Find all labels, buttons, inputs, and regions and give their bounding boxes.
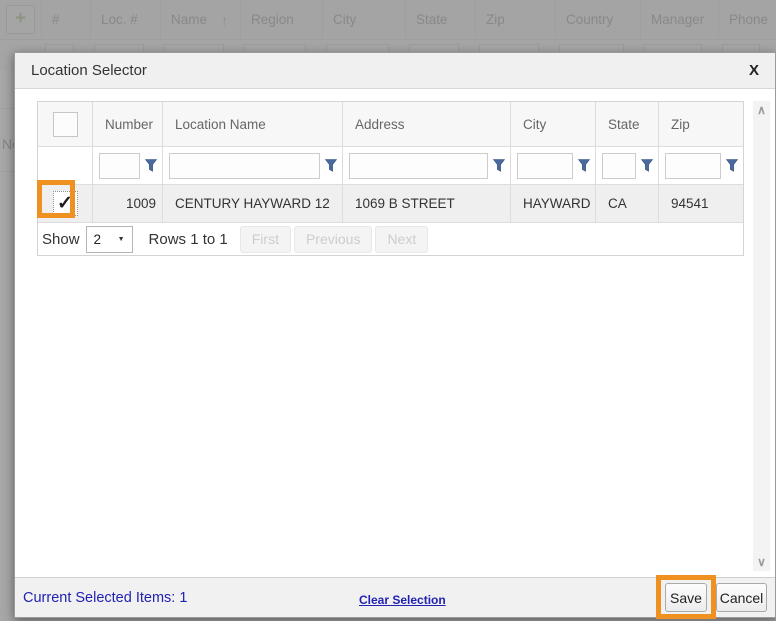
table-row[interactable]: ✓ 1009 CENTURY HAYWARD 12 1069 B STREET … (38, 184, 743, 222)
caret-down-icon: ▼ (118, 236, 125, 243)
dialog-body: Number Location Name Address City State … (15, 89, 775, 577)
save-button[interactable]: Save (665, 583, 707, 612)
col-state: State (595, 102, 658, 146)
locations-grid: Number Location Name Address City State … (37, 101, 744, 256)
filter-input-number[interactable] (99, 153, 140, 179)
filter-funnel-icon[interactable] (641, 159, 653, 172)
close-icon[interactable]: X (749, 62, 759, 79)
col-address: Address (342, 102, 510, 146)
clear-selection-link[interactable]: Clear Selection (359, 593, 446, 607)
cell-location-name: CENTURY HAYWARD 12 (162, 185, 342, 222)
pagination-bar: Show 2 ▼ Rows 1 to 1 First Previous Next (38, 222, 743, 255)
selected-items-count: Current Selected Items: 1 (23, 590, 187, 606)
col-number: Number (92, 102, 162, 146)
cancel-button[interactable]: Cancel (716, 583, 767, 612)
page-size-value: 2 (94, 232, 102, 247)
grid-filter-row (38, 146, 743, 184)
col-location-name: Location Name (162, 102, 342, 146)
first-page-button[interactable]: First (240, 226, 291, 253)
cell-city: HAYWARD (510, 185, 595, 222)
previous-page-button[interactable]: Previous (294, 226, 372, 253)
filter-input-city[interactable] (517, 153, 573, 179)
col-zip: Zip (658, 102, 743, 146)
filter-funnel-icon[interactable] (325, 159, 337, 172)
cell-number: 1009 (92, 185, 162, 222)
page-size-select[interactable]: 2 ▼ (86, 226, 133, 253)
filter-funnel-icon[interactable] (493, 159, 505, 172)
dialog-header: Location Selector X (15, 53, 775, 89)
cell-address: 1069 B STREET (342, 185, 510, 222)
screen: + # Loc. # Name ↑ Region City State Zip … (0, 0, 776, 621)
col-city: City (510, 102, 595, 146)
cell-state: CA (595, 185, 658, 222)
dialog-title: Location Selector (31, 62, 147, 79)
grid-header-row: Number Location Name Address City State … (38, 102, 743, 146)
filter-funnel-icon[interactable] (145, 159, 157, 172)
cell-zip: 94541 (658, 185, 743, 222)
filter-input-state[interactable] (602, 153, 636, 179)
filter-funnel-icon[interactable] (726, 159, 738, 172)
filter-funnel-icon[interactable] (578, 159, 590, 172)
filter-input-address[interactable] (349, 153, 488, 179)
filter-input-zip[interactable] (665, 153, 721, 179)
vertical-scrollbar[interactable]: ∧ ∨ (753, 101, 770, 571)
rows-range-text: Rows 1 to 1 (149, 231, 228, 248)
filter-input-location-name[interactable] (169, 153, 320, 179)
scroll-down-icon[interactable]: ∨ (753, 555, 770, 569)
row-checkbox[interactable]: ✓ (53, 191, 78, 216)
dialog-footer: Current Selected Items: 1 Clear Selectio… (15, 577, 775, 617)
location-selector-dialog: Location Selector X Number Location Name… (14, 52, 776, 618)
select-all-cell (38, 102, 92, 146)
select-all-checkbox[interactable] (53, 112, 78, 137)
show-label: Show (42, 231, 80, 248)
scroll-up-icon[interactable]: ∧ (753, 103, 770, 117)
next-page-button[interactable]: Next (375, 226, 428, 253)
check-icon: ✓ (57, 194, 73, 213)
